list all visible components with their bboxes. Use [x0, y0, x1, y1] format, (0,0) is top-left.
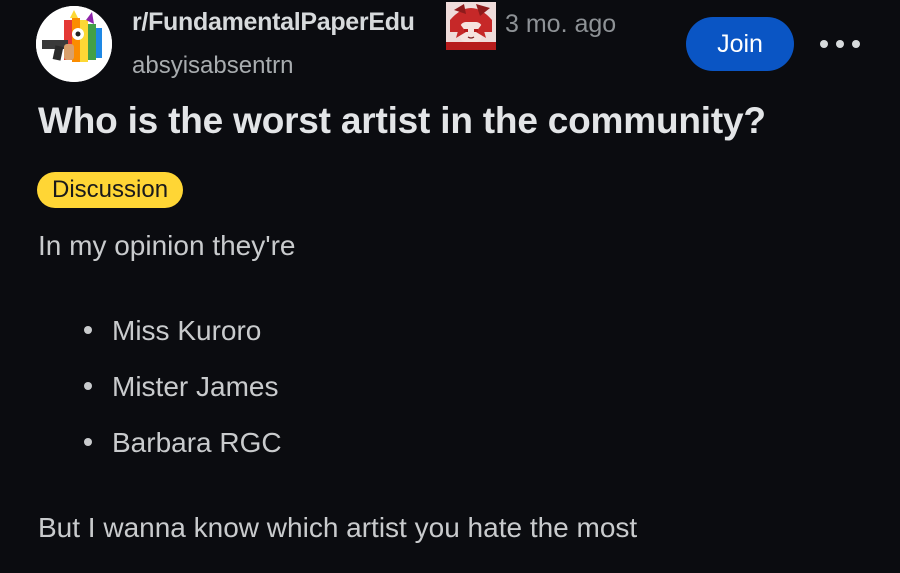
- bullet-icon: [84, 381, 92, 390]
- dot-icon: [852, 40, 860, 48]
- post-body-closing: But I wanna know which artist you hate t…: [38, 512, 638, 543]
- user-flair-image-icon: [446, 2, 496, 50]
- post-timestamp: 3 mo. ago: [505, 10, 617, 38]
- list-item-text: Barbara RGC: [112, 427, 282, 458]
- author-name[interactable]: absyisabsentrn: [132, 52, 293, 80]
- dot-icon: [820, 40, 828, 48]
- post-flair-badge[interactable]: Discussion: [37, 172, 184, 208]
- dot-icon: [836, 40, 844, 48]
- bullet-icon: [84, 437, 92, 446]
- post-title[interactable]: Who is the worst artist in the community…: [38, 100, 766, 142]
- more-horizontal-icon[interactable]: [820, 34, 860, 54]
- subreddit-avatar-icon[interactable]: [36, 6, 112, 82]
- list-item: Barbara RGC: [84, 427, 282, 459]
- bullet-icon: [84, 325, 92, 334]
- subreddit-name[interactable]: r/FundamentalPaperEdu: [132, 8, 415, 37]
- join-button[interactable]: Join: [686, 17, 794, 71]
- post-body-intro: In my opinion they're: [38, 230, 296, 261]
- post-header: r/FundamentalPaperEdu 3 mo. ago absyisab…: [0, 0, 900, 100]
- list-item-text: Miss Kuroro: [112, 315, 262, 346]
- list-item: Mister James: [84, 371, 278, 403]
- list-item-text: Mister James: [112, 371, 279, 402]
- list-item: Miss Kuroro: [84, 315, 261, 347]
